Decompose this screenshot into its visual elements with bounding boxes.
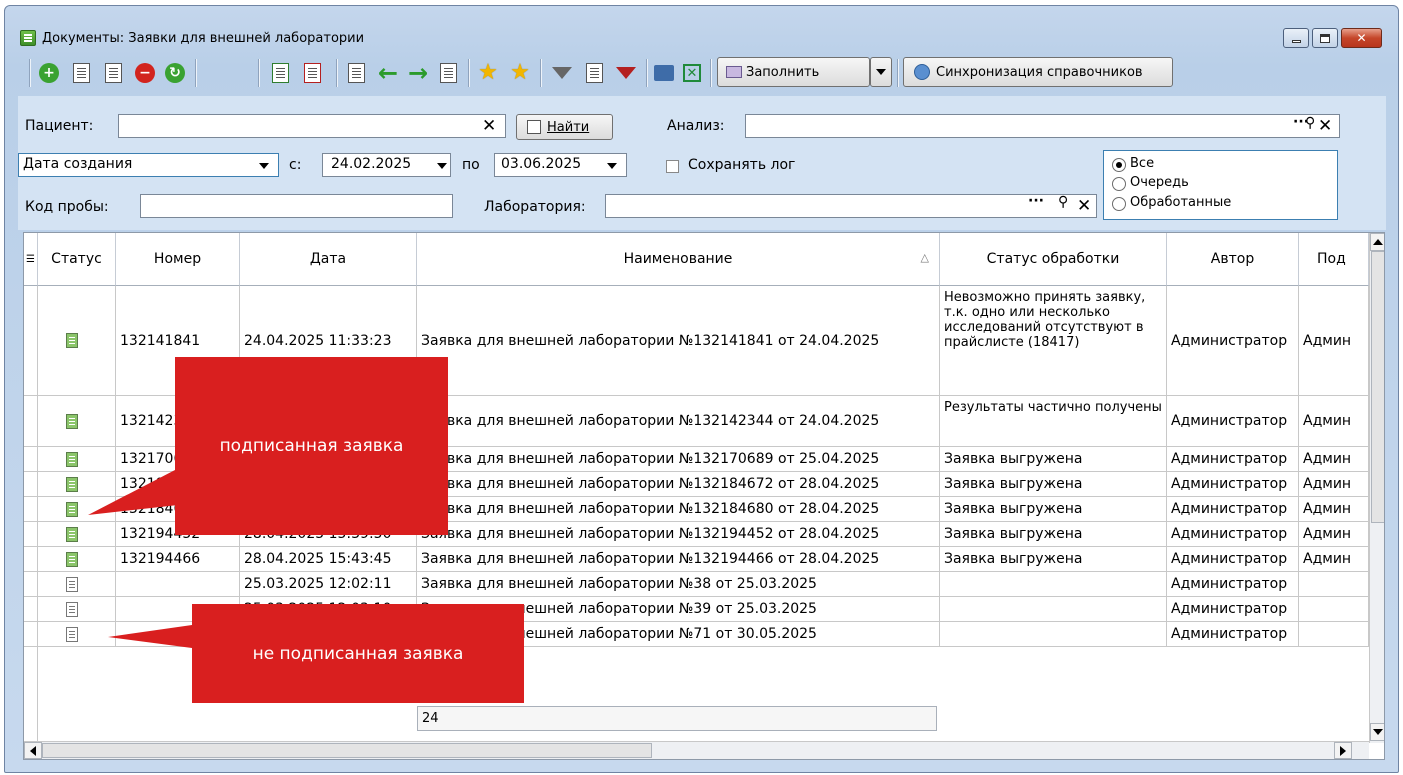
signed-callout: подписанная заявка — [175, 357, 448, 535]
signed-callout-pointer — [88, 470, 178, 515]
unsigned-callout: не подписанная заявка — [192, 604, 524, 703]
unsigned-callout-pointer — [108, 625, 192, 648]
